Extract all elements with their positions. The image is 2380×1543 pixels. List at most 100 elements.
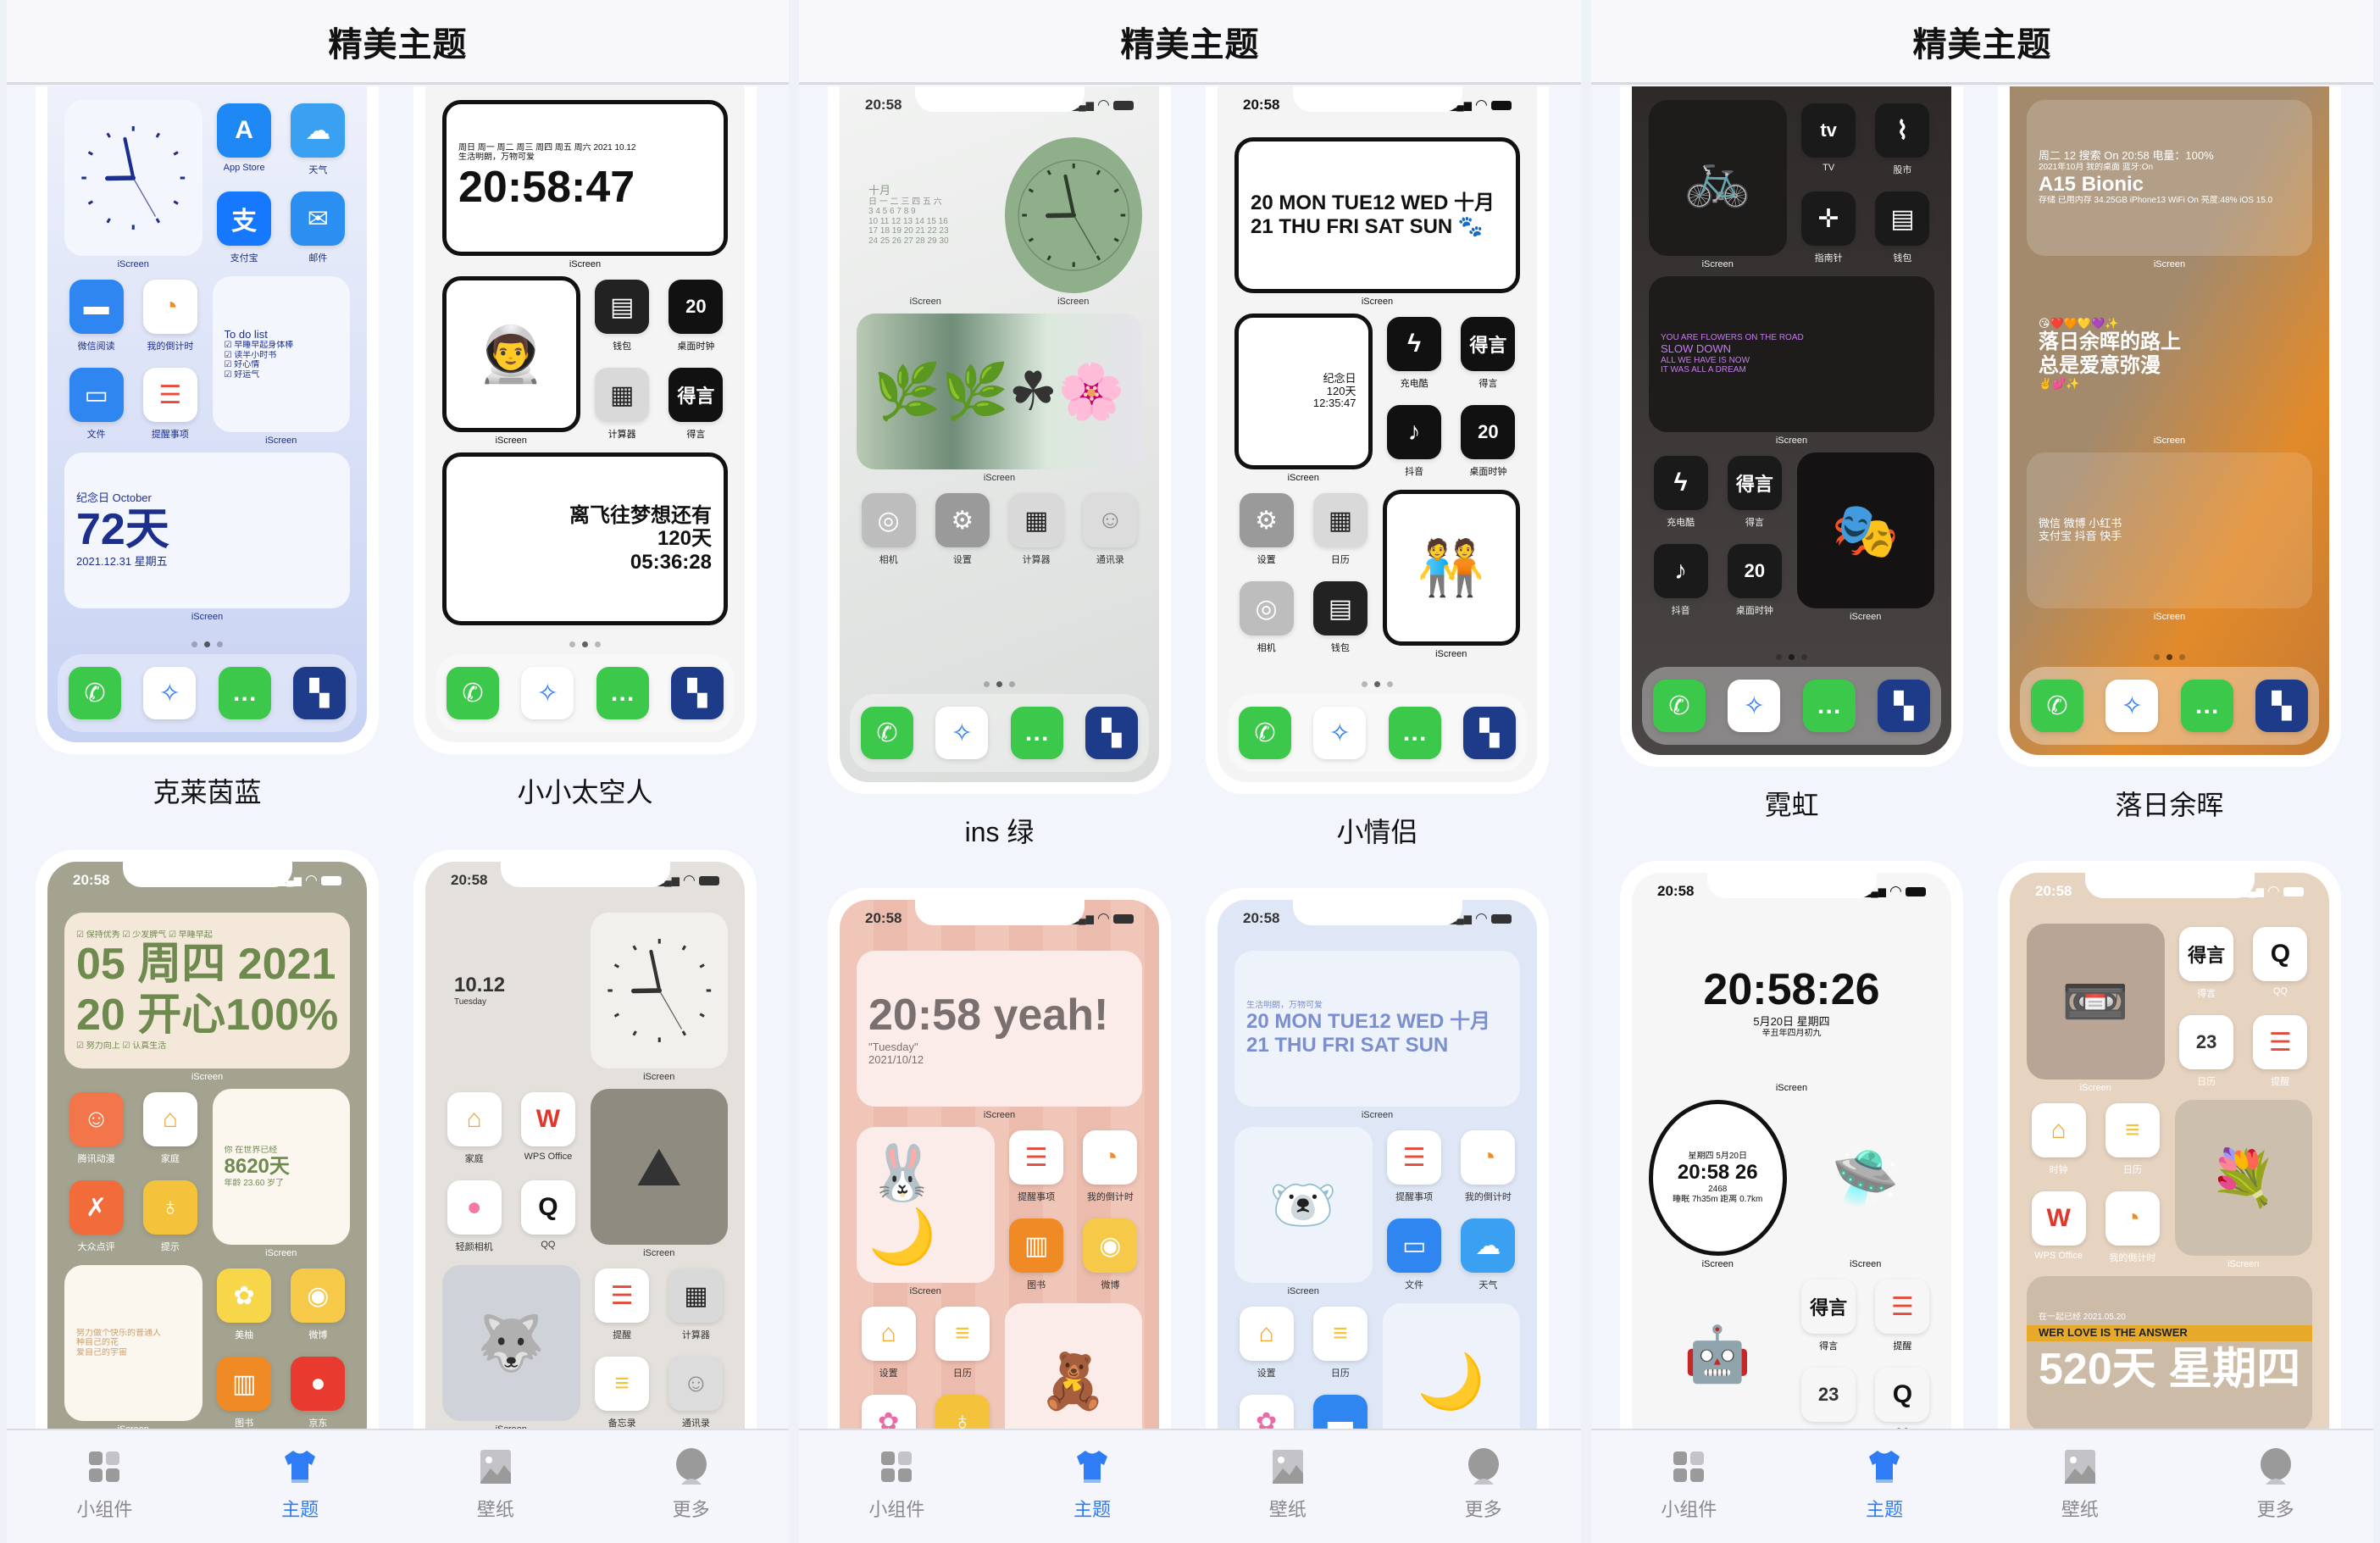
app-countdown[interactable]: ◔ 我的倒计时 <box>2100 1188 2164 1273</box>
image-widget[interactable]: 💐 iScreen <box>2174 1100 2312 1273</box>
app-calculator[interactable]: ▦ 日历 <box>1308 490 1372 574</box>
app-books[interactable]: ▥ 图书 <box>213 1353 276 1438</box>
app-reminders[interactable]: ☰ 提醒 <box>1871 1276 1934 1361</box>
theme-preview-card[interactable]: 20:58 ▂▄▆ ◠ 📼 iScreen 得言 得言 Q QQ 23 日历 ☰ 提醒 ⌂ 时钟 ≡ 日历 💐 iS… <box>1998 861 2341 1505</box>
app-deyan[interactable]: 得言 得言 <box>1723 452 1786 537</box>
theme-name[interactable]: ins 绿 <box>828 811 1171 850</box>
app-notes[interactable]: ≡ 备忘录 <box>591 1353 654 1438</box>
image-widget[interactable]: 🎭 iScreen <box>1796 452 1934 625</box>
app-settings[interactable]: ⚙ 设置 <box>930 490 994 574</box>
theme-item[interactable]: 20:58 ▂▄▆ ◠ 20:58:26 5月20日 星期四 辛丑年四月初九 iScreen… <box>1620 861 1963 1505</box>
app-weather[interactable]: ☁ 天气 <box>286 100 350 185</box>
text-widget[interactable]: 你 在世界已经 8620天 年龄 23.60 岁了 iScreen <box>212 1089 350 1262</box>
app-calculator[interactable]: ▦ 计算器 <box>591 364 654 449</box>
app-desk-clock[interactable]: 20 桌面时钟 <box>664 276 728 361</box>
app-weibo[interactable]: ◉ 微博 <box>1079 1215 1142 1300</box>
text-widget[interactable]: To do list ☑ 早睡早起身体棒 ☑ 读半小时书 ☑ 好心情 ☑ 好运气 iScr… <box>212 276 350 449</box>
tab-tshirt[interactable]: 主题 <box>202 1430 398 1543</box>
app-alipay[interactable]: 支支付宝 <box>213 188 276 273</box>
app-weibo[interactable]: ◉ 微博 <box>286 1265 350 1350</box>
app-deyan[interactable]: 得言 得言 <box>1456 314 1520 398</box>
text-widget[interactable]: ☑ 保持优秀 ☑ 少发脾气 ☑ 早睡早起 05 周四 2021 20 开心100% ☑… <box>64 913 350 1085</box>
app-desk-clock[interactable]: 20 桌面时钟 <box>1723 541 1786 625</box>
theme-preview-card[interactable]: 20:58 ▂▄▆ ◠ 10.12 Tuesday iScreen ⌂ 家庭 W WPS Offi… <box>413 850 757 1494</box>
app-contacts[interactable]: ☺ 通讯录 <box>664 1353 728 1438</box>
app-home[interactable]: ⌂ 家庭 <box>138 1089 202 1174</box>
text-widget[interactable]: 20:58:26 5月20日 星期四 辛丑年四月初九 iScreen <box>1649 924 1934 1096</box>
theme-item[interactable]: 20:58 ▂▄▆ ◠ 十月日 一 二 三 四 五 六3 4 5 6 7 8 9 10 … <box>828 86 1171 850</box>
image-widget[interactable]: 🛸 iScreen <box>1797 1100 1935 1273</box>
text-widget[interactable]: 在一起已经 2021.05.20 WER LOVE IS THE ANSWER 52… <box>2027 1276 2312 1449</box>
app-tips[interactable]: ♁ 提示 <box>138 1177 202 1262</box>
tab-tshirt[interactable]: 主题 <box>995 1430 1190 1543</box>
app-countdown[interactable]: ◔ 我的倒计时 <box>1456 1127 1520 1212</box>
app-camera[interactable]: ◎ 相机 <box>857 490 920 574</box>
text-widget[interactable]: 纪念日 120天 12:35:47 iScreen <box>1234 314 1373 486</box>
text-widget[interactable]: 周二 12 搜索 On 20:58 电量：100% 2021年10月 我的桌面 蓝… <box>2027 100 2312 273</box>
theme-name[interactable]: 霓虹 <box>1620 784 1963 823</box>
tab-widgets-grid[interactable]: 小组件 <box>7 1430 202 1543</box>
app-countdown[interactable]: ◔ 我的倒计时 <box>1079 1127 1142 1212</box>
app-home[interactable]: ⌂ 家庭 <box>442 1089 506 1174</box>
image-widget[interactable]: 🐻‍❄️ iScreen <box>1234 1127 1373 1300</box>
clock-widget[interactable]: iScreen <box>1004 137 1142 310</box>
text-widget[interactable]: 20 MON TUE12 WED 十月 21 THU FRI SAT SUN 🐾 i… <box>1234 137 1520 310</box>
app-stocks[interactable]: ⌇ 股市 <box>1871 100 1934 185</box>
app-qq[interactable]: QQQ <box>2249 924 2312 1008</box>
theme-item[interactable]: 20:58 ▂▄▆ ◠ 10.12 Tuesday iScreen ⌂ 家庭 W WPS Offi… <box>413 850 757 1494</box>
theme-item[interactable]: 20:58 ▂▄▆ ◠ 📼 iScreen 得言 得言 Q QQ 23 日历 ☰ 提醒 ⌂ 时钟 ≡ 日历 💐 iS… <box>1998 861 2341 1505</box>
app-files[interactable]: ▭ 文件 <box>64 364 128 449</box>
image-widget[interactable]: 🤖iScreen <box>1649 1276 1787 1449</box>
app-qq[interactable]: QQQ <box>516 1177 580 1262</box>
theme-item[interactable]: 20:58 ▂▄▆ ◠ ☑ 保持优秀 ☑ 少发脾气 ☑ 早睡早起 05 周四 2021 2… <box>36 850 379 1494</box>
theme-item[interactable]: 20:58 ▂▄▆ ◠ 20 MON TUE12 WED 十月 21 THU FRI S… <box>1206 86 1549 850</box>
app-desk-clock[interactable]: 20 桌面时钟 <box>1456 402 1520 486</box>
tab-more-person[interactable]: 更多 <box>1385 1430 1581 1543</box>
app-notes[interactable]: ≡ 日历 <box>930 1303 994 1388</box>
theme-name[interactable]: 克莱茵蓝 <box>36 771 379 810</box>
app-home[interactable]: ⌂ 设置 <box>857 1303 920 1388</box>
tab-wallpaper-image[interactable]: 壁纸 <box>398 1430 594 1543</box>
image-widget[interactable]: 🐺iScreen <box>442 1265 580 1438</box>
image-widget[interactable]: ⛰ iScreen <box>590 1089 728 1262</box>
theme-preview-card[interactable]: 20:58 ▂▄▆ ◠ 20:58:26 5月20日 星期四 辛丑年四月初九 iScreen… <box>1620 861 1963 1505</box>
theme-preview-card[interactable]: 周日 周一 周二 周三 周四 周五 周六 2021 10.12 生活明朗，万物可爱… <box>413 86 757 754</box>
app-wps[interactable]: W WPS Office <box>2027 1188 2090 1273</box>
text-widget[interactable]: 20:58 yeah! "Tuesday" 2021/10/12 iScreen <box>857 951 1142 1124</box>
text-widget[interactable]: 10.12 Tuesday <box>442 913 580 1085</box>
app-deyan-light[interactable]: 得言 得言 <box>1797 1276 1861 1361</box>
app-contacts[interactable]: ☺ 通讯录 <box>1079 490 1142 574</box>
app-calculator[interactable]: ▦ 计算器 <box>664 1265 728 1350</box>
theme-item[interactable]: 周日 周一 周二 周三 周四 周五 周六 2021 10.12 生活明朗，万物可爱… <box>413 86 757 810</box>
theme-preview-card[interactable]: 20:58 ▂▄▆ ◠ 20 MON TUE12 WED 十月 21 THU FRI S… <box>1206 86 1549 794</box>
image-widget[interactable]: 🌿🌿☘🌸 iScreen <box>857 314 1142 486</box>
tab-widgets-grid[interactable]: 小组件 <box>799 1430 995 1543</box>
image-widget[interactable]: 🚲 iScreen <box>1649 100 1787 273</box>
tab-widgets-grid[interactable]: 小组件 <box>1591 1430 1787 1543</box>
theme-name[interactable]: 小情侣 <box>1206 811 1549 850</box>
app-dianping[interactable]: ✗ 大众点评 <box>64 1177 128 1262</box>
app-files[interactable]: ▭ 文件 <box>1383 1215 1446 1300</box>
app-jd[interactable]: ● 京东 <box>286 1353 350 1438</box>
app-wallet[interactable]: ▤ 钱包 <box>591 276 654 361</box>
app-notes[interactable]: ≡ 日历 <box>2100 1100 2164 1185</box>
tab-tshirt[interactable]: 主题 <box>1787 1430 1983 1543</box>
app-douyin[interactable]: ♪ 抖音 <box>1383 402 1446 486</box>
theme-name[interactable]: 小小太空人 <box>413 771 757 810</box>
text-widget[interactable]: 微信 微博 小红书 支付宝 抖音 快手 iScreen <box>2027 452 2312 625</box>
text-widget[interactable]: 努力做个快乐的普通人种自己的花爱自己的宇宙iScreen <box>64 1265 202 1438</box>
app-home[interactable]: ⌂ 设置 <box>1234 1303 1298 1388</box>
image-widget[interactable]: 🧑‍🤝‍🧑 iScreen <box>1382 490 1520 663</box>
text-widget[interactable]: 周日 周一 周二 周三 周四 周五 周六 2021 10.12 生活明朗，万物可爱… <box>442 100 728 273</box>
app-charge-cool[interactable]: ϟ 充电酷 <box>1383 314 1446 398</box>
app-reminders[interactable]: ☰ 提醒事项 <box>138 364 202 449</box>
clock-widget[interactable]: iScreen <box>590 913 728 1085</box>
app-douyin[interactable]: ♪ 抖音 <box>1649 541 1712 625</box>
app-reminders[interactable]: ☰ 提醒事项 <box>1005 1127 1068 1212</box>
image-widget[interactable]: 👨‍🚀 iScreen <box>442 276 580 449</box>
app-compass[interactable]: ✛ 指南针 <box>1797 188 1861 273</box>
app-wechat-read[interactable]: ▬ 微信阅读 <box>64 276 128 361</box>
app-wps[interactable]: W WPS Office <box>516 1089 580 1174</box>
text-widget[interactable]: 生活明朗，万物可爱 20 MON TUE12 WED 十月 21 THU FRI S… <box>1234 951 1520 1124</box>
theme-preview-card[interactable]: 周二 12 搜索 On 20:58 电量：100% 2021年10月 我的桌面 蓝… <box>1998 86 2341 767</box>
